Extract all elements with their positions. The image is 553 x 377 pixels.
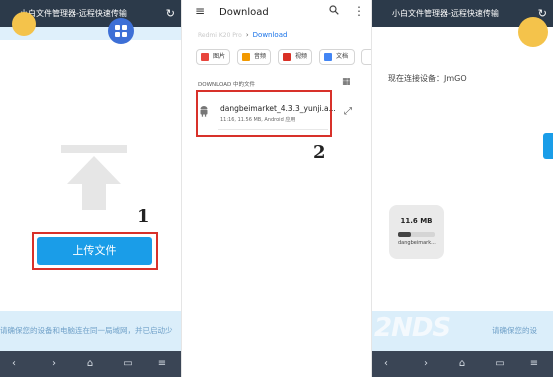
- tabs-icon[interactable]: ▭: [118, 351, 138, 377]
- tabs-icon[interactable]: ▭: [490, 351, 510, 377]
- app-panel-uploader: 小白文件管理器-远程快速传输 ↻ 上传文件 1 请确保您的设备和电脑连在同一局域…: [0, 0, 181, 377]
- breadcrumb-current[interactable]: Download: [253, 31, 288, 39]
- back-icon[interactable]: ‹: [376, 351, 396, 377]
- hamburger-menu-icon[interactable]: ≡: [195, 4, 205, 18]
- network-notice-text: 请确保您的设备和电脑连在同一局域网，并已启动少: [0, 326, 173, 335]
- network-notice: 2NDS 请确保您的设: [372, 311, 553, 351]
- breadcrumb: Redmi K20 Pro › Download: [198, 31, 287, 39]
- file-size: 11.6 MB: [400, 217, 433, 225]
- step-number-1: 1: [137, 206, 150, 227]
- search-icon[interactable]: [329, 5, 339, 15]
- chip-audio[interactable]: 音频: [237, 49, 271, 65]
- connected-device-label: 现在连接设备：JmGO: [388, 74, 467, 83]
- image-icon: [201, 53, 209, 61]
- chip-more[interactable]: [361, 49, 371, 65]
- network-notice: 请确保您的设备和电脑连在同一局域网，并已启动少: [0, 311, 181, 351]
- menu-icon[interactable]: ≡: [152, 351, 172, 377]
- back-icon[interactable]: ‹: [4, 351, 24, 377]
- upload-file-button[interactable]: 上传文件: [37, 237, 152, 265]
- audio-icon: [242, 53, 250, 61]
- side-tab[interactable]: [543, 133, 553, 159]
- chip-documents[interactable]: 文档: [319, 49, 355, 65]
- file-picker-header: ≡ Download ⋮: [182, 0, 371, 28]
- upload-arrow-icon: [67, 156, 121, 210]
- home-icon[interactable]: ⌂: [452, 351, 472, 377]
- file-meta: 11:16, 11.56 MB, Android 应用: [220, 117, 296, 123]
- logo-circle: [12, 12, 36, 36]
- app-title: 小白文件管理器-远程快速传输: [20, 9, 127, 18]
- menu-icon[interactable]: ≡: [524, 351, 544, 377]
- app-title: 小白文件管理器-远程快速传输: [392, 9, 499, 18]
- section-label: DOWNLOAD 中的文件: [198, 82, 255, 88]
- android-icon: [200, 106, 208, 117]
- network-notice-text: 请确保您的设: [492, 326, 537, 335]
- grid-view-icon[interactable]: ▦: [342, 77, 351, 87]
- document-icon: [324, 53, 332, 61]
- home-icon[interactable]: ⌂: [80, 351, 100, 377]
- step-number-2: 2: [313, 142, 326, 163]
- forward-icon[interactable]: ›: [416, 351, 436, 377]
- app-panel-transfer: 小白文件管理器-远程快速传输 ↻ 现在连接设备：JmGO 11.6 MB dan…: [372, 0, 553, 377]
- video-icon: [283, 53, 291, 61]
- chip-images[interactable]: 图片: [196, 49, 230, 65]
- progress-fill: [398, 232, 411, 237]
- transfer-file-card[interactable]: 11.6 MB dangbeimark...: [389, 205, 444, 259]
- logo-circle: [518, 17, 548, 47]
- breadcrumb-device[interactable]: Redmi K20 Pro: [198, 32, 242, 39]
- windows-logo-icon: [108, 18, 134, 44]
- refresh-icon[interactable]: ↻: [166, 0, 175, 27]
- file-name: dangbeimark...: [398, 240, 436, 246]
- app-panel-file-picker: ≡ Download ⋮ Redmi K20 Pro › Download 图片 音…: [181, 0, 372, 377]
- folder-title: Download: [219, 7, 269, 18]
- expand-icon[interactable]: ⤢: [344, 106, 352, 117]
- bottom-nav: ‹ › ⌂ ▭ ≡: [372, 351, 553, 377]
- chip-video[interactable]: 视频: [278, 49, 312, 65]
- more-options-icon[interactable]: ⋮: [353, 4, 365, 18]
- upload-icon-bar: [61, 145, 127, 153]
- chevron-right-icon: ›: [245, 31, 249, 39]
- forward-icon[interactable]: ›: [44, 351, 64, 377]
- transfer-progress: [398, 232, 435, 237]
- bottom-nav: ‹ › ⌂ ▭ ≡: [0, 351, 181, 377]
- divider: [218, 129, 328, 130]
- file-name[interactable]: dangbeimarket_4.3.3_yunji.a...: [220, 104, 336, 113]
